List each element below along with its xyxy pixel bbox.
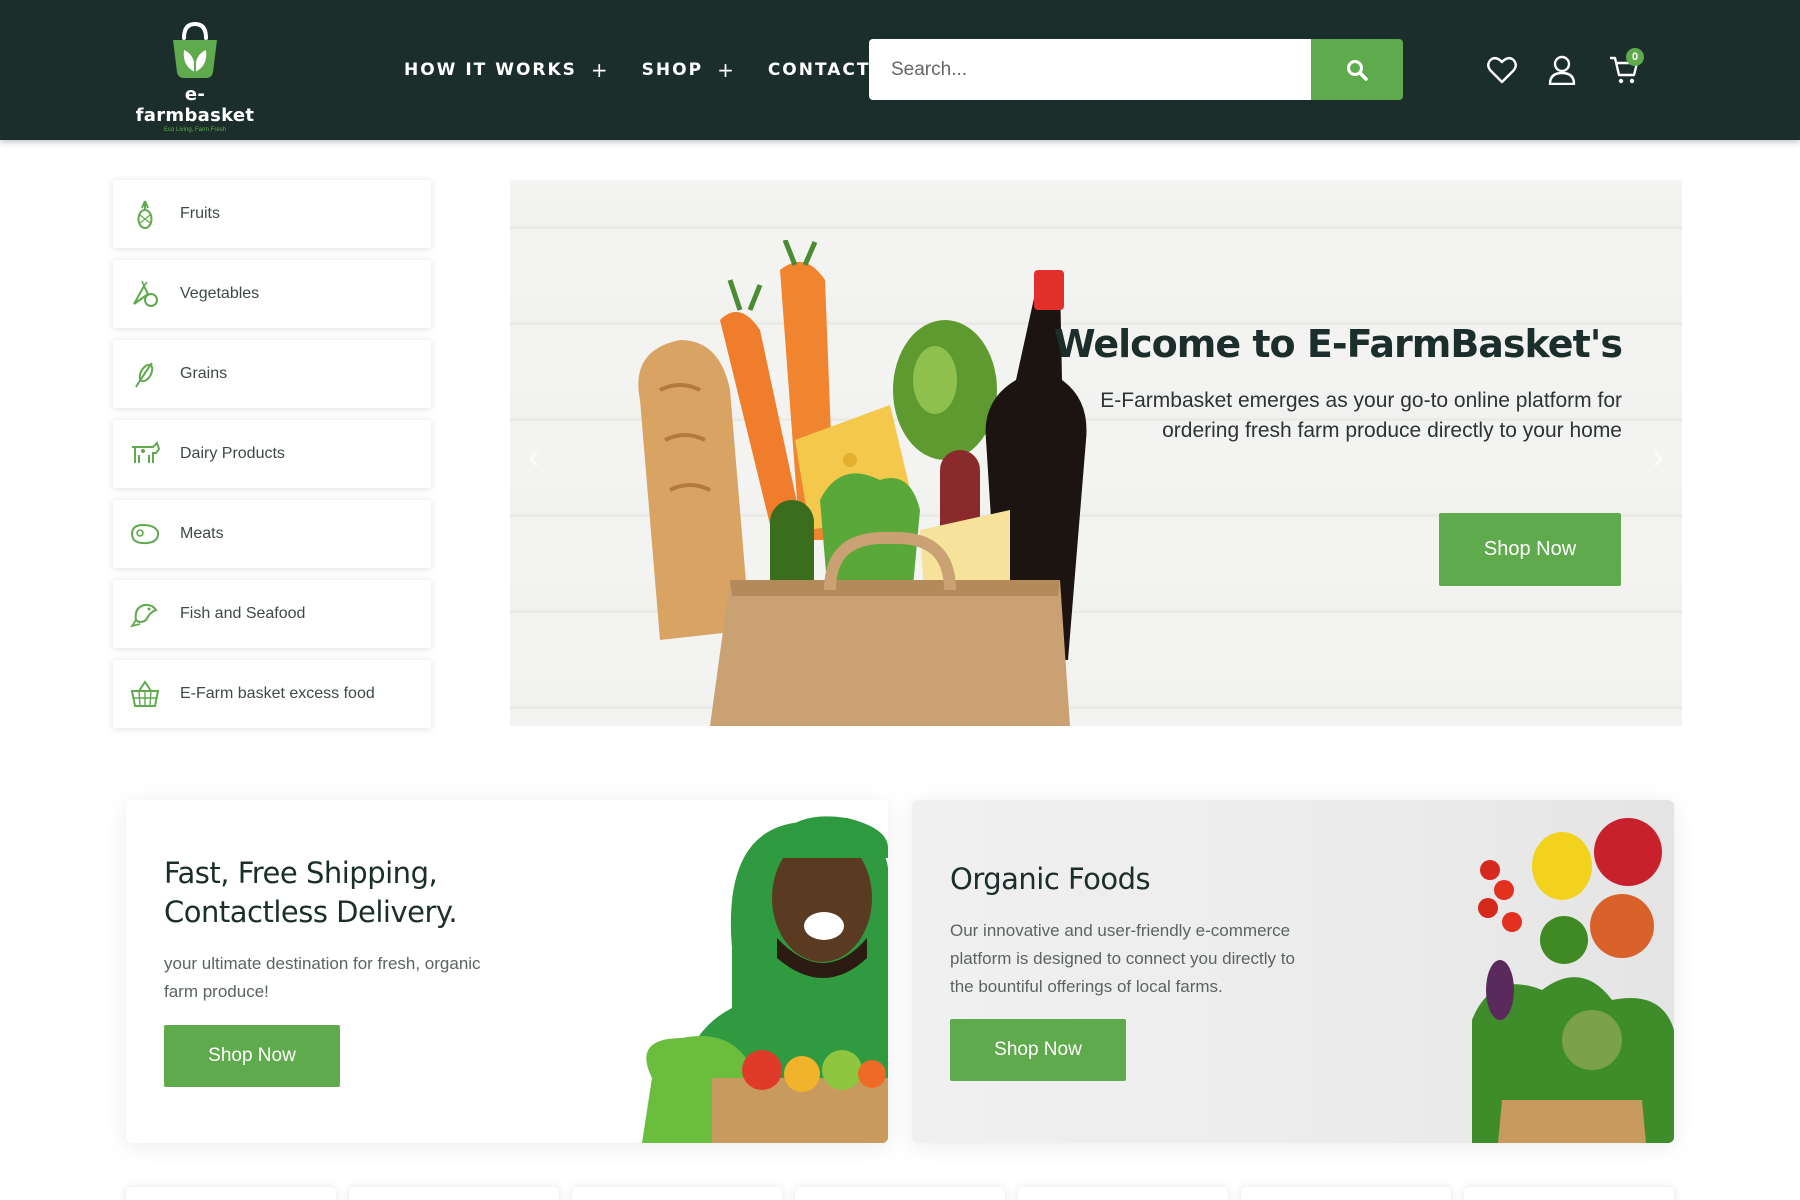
feature-card[interactable]: [126, 1187, 336, 1200]
cart-count-badge: 0: [1626, 48, 1644, 66]
category-label: Fish and Seafood: [180, 605, 306, 622]
vegetables-icon: [129, 278, 161, 310]
delivery-man-image: [642, 816, 888, 1143]
category-vegetables[interactable]: Vegetables: [113, 260, 431, 328]
promo-text-line: your ultimate destination for fresh, org…: [164, 954, 481, 973]
hero-slider: Welcome to E-FarmBasket's E-Farmbasket e…: [510, 180, 1682, 726]
hero-description: E-Farmbasket emerges as your go-to onlin…: [1100, 389, 1622, 442]
promo-description: Our innovative and user-friendly e-comme…: [950, 917, 1295, 1001]
promo-shop-now-button[interactable]: Shop Now: [164, 1025, 340, 1087]
nav-contact-label: CONTACT: [767, 60, 871, 80]
search-bar: [869, 39, 1403, 100]
category-label: Dairy Products: [180, 445, 285, 462]
promo-card-shipping: Fast, Free Shipping, Contactless Deliver…: [126, 800, 888, 1143]
feature-card[interactable]: [572, 1187, 782, 1200]
nav-shop-label: SHOP: [641, 60, 704, 80]
promo-text-line: the bountiful offerings of local farms.: [950, 977, 1223, 996]
nav-how-it-works-label: HOW IT WORKS: [404, 60, 577, 80]
promo-title-line: Fast, Free Shipping,: [164, 856, 438, 890]
chevron-left-icon[interactable]: ‹: [528, 438, 539, 477]
promo-title: Organic Foods: [950, 862, 1151, 896]
brand-logo[interactable]: e-farmbasket Eco Living, Farm Fresh: [130, 22, 260, 133]
category-excess-food[interactable]: E-Farm basket excess food: [113, 660, 431, 728]
brand-tagline: Eco Living, Farm Fresh: [163, 127, 227, 133]
category-meats[interactable]: Meats: [113, 500, 431, 568]
promo-shop-now-button[interactable]: Shop Now: [950, 1019, 1126, 1081]
basket-icon: [129, 678, 161, 710]
chevron-right-icon[interactable]: ›: [1653, 438, 1664, 477]
main-nav: HOW IT WORKS + SHOP + CONTACT: [404, 0, 905, 140]
user-icon: [1548, 55, 1576, 85]
nav-how-it-works[interactable]: HOW IT WORKS +: [404, 58, 608, 82]
category-label: Meats: [180, 525, 224, 542]
account-button[interactable]: [1542, 50, 1582, 90]
pineapple-icon: [129, 198, 161, 230]
category-fruits[interactable]: Fruits: [113, 180, 431, 248]
feature-card[interactable]: [1241, 1187, 1451, 1200]
grain-icon: [129, 358, 161, 390]
category-label: Vegetables: [180, 285, 260, 302]
feature-card[interactable]: [795, 1187, 1005, 1200]
promo-title-line: Contactless Delivery.: [164, 895, 458, 929]
plus-icon[interactable]: +: [717, 58, 734, 82]
promo-text-line: platform is designed to connect you dire…: [950, 949, 1295, 968]
feature-card[interactable]: [1464, 1187, 1674, 1200]
search-input[interactable]: [869, 39, 1311, 100]
meat-icon: [129, 518, 161, 550]
brand-name: e-farmbasket: [135, 84, 255, 126]
promo-title: Fast, Free Shipping, Contactless Deliver…: [164, 854, 458, 932]
category-list: Fruits Vegetables Grains Dairy Products …: [113, 180, 431, 740]
cart-button[interactable]: 0: [1604, 48, 1644, 90]
feature-card[interactable]: [349, 1187, 559, 1200]
wishlist-button[interactable]: [1482, 50, 1522, 90]
hero-title: Welcome to E-FarmBasket's: [1053, 322, 1623, 366]
organic-produce-image: [1472, 818, 1674, 1143]
fish-icon: [129, 598, 161, 630]
promo-description: your ultimate destination for fresh, org…: [164, 950, 481, 1006]
site-header: e-farmbasket Eco Living, Farm Fresh HOW …: [0, 0, 1800, 140]
nav-shop[interactable]: SHOP +: [642, 58, 734, 82]
promo-text-line: farm produce!: [164, 982, 269, 1001]
grocery-bag-image: [638, 240, 1087, 726]
category-label: Fruits: [180, 205, 220, 222]
category-label: E-Farm basket excess food: [180, 685, 375, 702]
category-dairy-products[interactable]: Dairy Products: [113, 420, 431, 488]
category-grains[interactable]: Grains: [113, 340, 431, 408]
cow-icon: [129, 438, 161, 470]
nav-contact[interactable]: CONTACT: [768, 60, 871, 80]
search-icon: [1347, 59, 1368, 81]
plus-icon[interactable]: +: [591, 58, 608, 82]
category-label: Grains: [180, 365, 228, 382]
category-fish-and-seafood[interactable]: Fish and Seafood: [113, 580, 431, 648]
search-button[interactable]: [1311, 39, 1403, 100]
promo-card-organic: Organic Foods Our innovative and user-fr…: [912, 800, 1674, 1143]
feature-card[interactable]: [1018, 1187, 1228, 1200]
hero-shop-now-button[interactable]: Shop Now: [1439, 513, 1621, 586]
heart-icon: [1487, 56, 1517, 84]
feature-card-row: [126, 1187, 1674, 1200]
basket-leaf-logo-icon: [173, 22, 217, 78]
promo-text-line: Our innovative and user-friendly e-comme…: [950, 921, 1291, 940]
